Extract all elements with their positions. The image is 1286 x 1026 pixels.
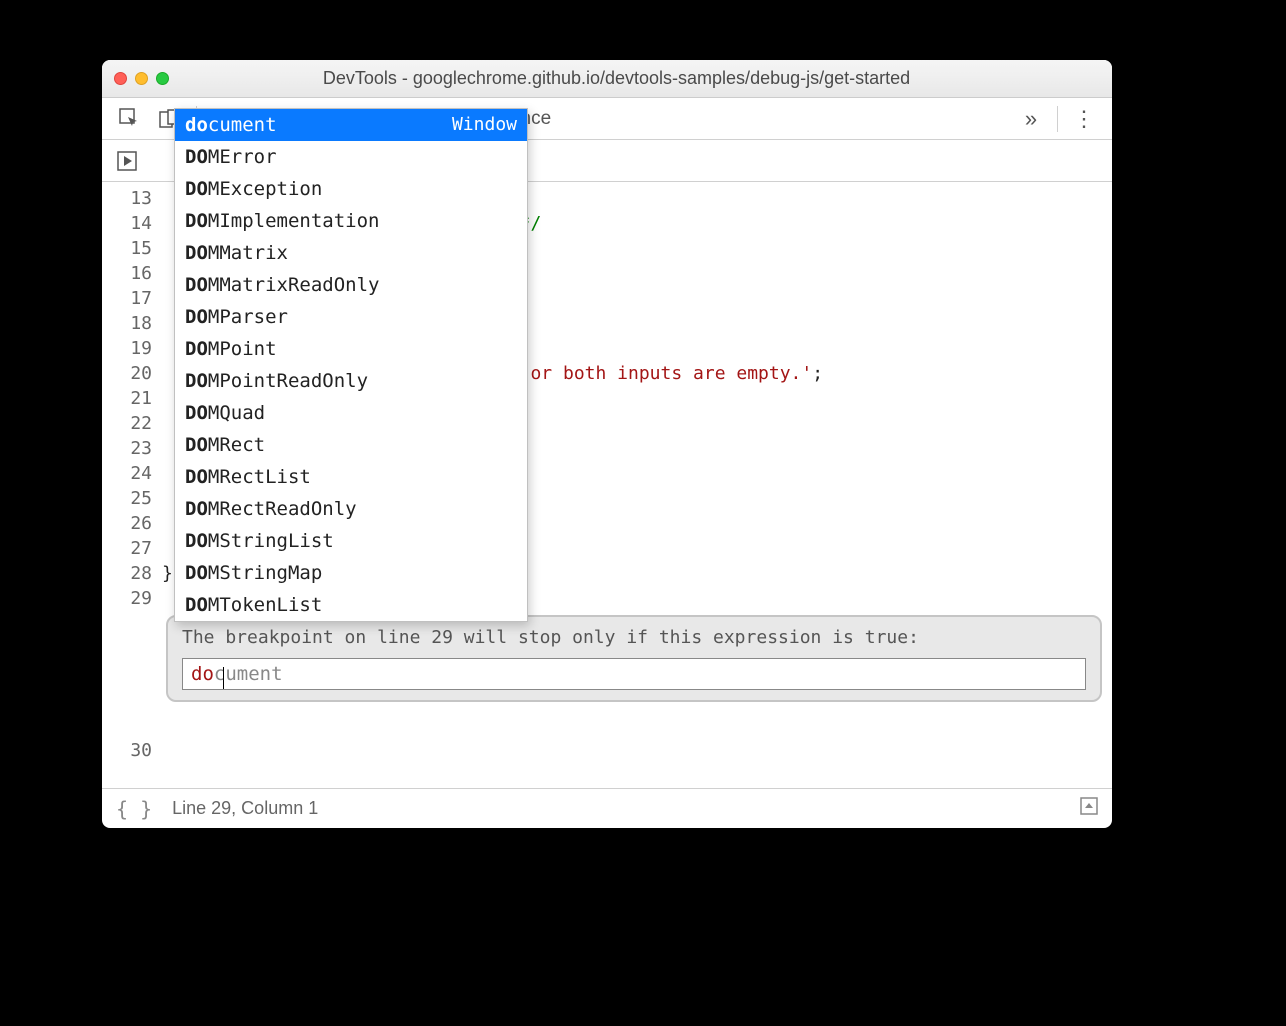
titlebar: DevTools - googlechrome.github.io/devtoo… [102, 60, 1112, 98]
autocomplete-item[interactable]: DOMStringList [175, 525, 527, 557]
window-title: DevTools - googlechrome.github.io/devtoo… [133, 68, 1100, 89]
autocomplete-item[interactable]: DOMException [175, 173, 527, 205]
line-number[interactable]: 23 [102, 436, 152, 461]
kebab-menu-icon[interactable]: ⋮ [1070, 105, 1098, 133]
line-number[interactable]: 13 [102, 186, 152, 211]
line-number[interactable]: 30 [102, 738, 152, 763]
autocomplete-item[interactable]: DOMMatrixReadOnly [175, 269, 527, 301]
autocomplete-item[interactable]: DOMRect [175, 429, 527, 461]
more-tabs-icon[interactable]: » [1017, 105, 1045, 133]
autocomplete-item[interactable]: DOMRectReadOnly [175, 493, 527, 525]
text-cursor [223, 667, 224, 689]
line-number[interactable]: 15 [102, 236, 152, 261]
breakpoint-expression-input[interactable]: document [182, 658, 1086, 690]
conditional-breakpoint-dialog: The breakpoint on line 29 will stop only… [166, 615, 1102, 702]
line-number[interactable]: 20 [102, 361, 152, 386]
line-number[interactable]: 16 [102, 261, 152, 286]
collapse-drawer-icon[interactable] [1080, 797, 1098, 820]
autocomplete-item[interactable]: DOMImplementation [175, 205, 527, 237]
autocomplete-item[interactable]: DOMPointReadOnly [175, 365, 527, 397]
line-number[interactable]: 19 [102, 336, 152, 361]
line-number[interactable]: 27 [102, 536, 152, 561]
line-number[interactable]: 22 [102, 411, 152, 436]
cursor-position: Line 29, Column 1 [172, 798, 318, 819]
line-number[interactable]: 18 [102, 311, 152, 336]
autocomplete-hint: Window [452, 111, 517, 139]
line-number[interactable]: 14 [102, 211, 152, 236]
input-ghost-text: cument [214, 663, 283, 685]
close-window-button[interactable] [114, 72, 127, 85]
line-number[interactable]: 26 [102, 511, 152, 536]
autocomplete-item[interactable]: DOMError [175, 141, 527, 173]
autocomplete-item[interactable]: DOMMatrix [175, 237, 527, 269]
statusbar: { } Line 29, Column 1 [102, 788, 1112, 828]
tabs-overflow: » ⋮ [1011, 105, 1104, 133]
line-number[interactable]: 17 [102, 286, 152, 311]
line-gutter[interactable]: 13 14 15 16 17 18 19 20 21 22 23 24 25 2… [102, 182, 162, 788]
autocomplete-item[interactable]: DOMStringMap [175, 557, 527, 589]
autocomplete-popup[interactable]: documentWindowDOMErrorDOMExceptionDOMImp… [174, 108, 528, 622]
line-number[interactable]: 25 [102, 486, 152, 511]
tab-separator [1057, 106, 1058, 132]
autocomplete-item[interactable]: DOMParser [175, 301, 527, 333]
line-number[interactable]: 24 [102, 461, 152, 486]
autocomplete-item[interactable]: DOMRectList [175, 461, 527, 493]
inspect-element-icon[interactable] [116, 105, 144, 133]
devtools-window: DevTools - googlechrome.github.io/devtoo… [102, 60, 1112, 828]
resume-script-icon[interactable] [114, 148, 140, 174]
line-number[interactable]: 29 [102, 586, 152, 611]
autocomplete-item[interactable]: DOMTokenList [175, 589, 527, 621]
pretty-print-icon[interactable]: { } [116, 797, 152, 821]
autocomplete-item[interactable]: DOMQuad [175, 397, 527, 429]
input-typed-text: do [191, 663, 214, 685]
autocomplete-item[interactable]: documentWindow [175, 109, 527, 141]
line-number[interactable]: 28 [102, 561, 152, 586]
line-number[interactable]: 21 [102, 386, 152, 411]
breakpoint-prompt: The breakpoint on line 29 will stop only… [182, 627, 1086, 648]
autocomplete-item[interactable]: DOMPoint [175, 333, 527, 365]
